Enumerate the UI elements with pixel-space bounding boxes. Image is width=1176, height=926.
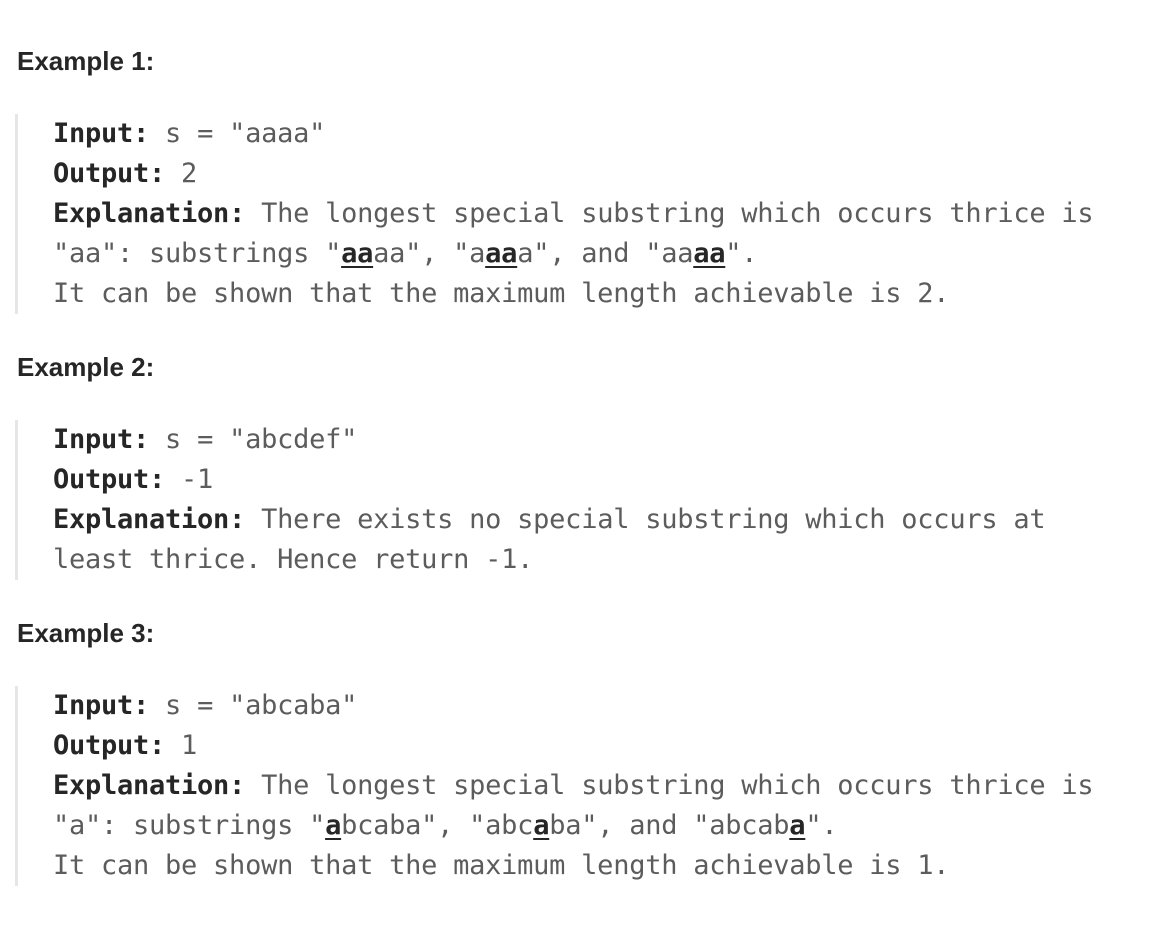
example-3-explanation-line-3: It can be shown that the maximum length …	[53, 846, 950, 886]
example-3-title: Example 3:	[17, 618, 155, 648]
highlighted-substring: a	[789, 810, 806, 841]
explanation-label: Explanation:	[53, 504, 246, 535]
explanation-text-part: "a": substrings "	[53, 810, 326, 841]
output-value: 2	[165, 158, 198, 189]
input-value: s = "abcdef"	[149, 424, 358, 455]
example-3-explanation-line-2: "a": substrings "abcaba", "abcaba", and …	[53, 806, 838, 846]
example-2-title: Example 2:	[17, 352, 155, 382]
output-value: -1	[165, 464, 214, 495]
explanation-text: There exists no special substring which …	[245, 504, 1046, 535]
explanation-label: Explanation:	[53, 198, 246, 229]
example-3-input-line: Input: s = "abcaba"	[53, 686, 357, 726]
example-1-explanation-line-1: Explanation: The longest special substri…	[53, 194, 1094, 234]
output-label: Output:	[53, 730, 166, 761]
explanation-text-part: ba", and "abcab	[549, 810, 790, 841]
explanation-text: It can be shown that the maximum length …	[53, 850, 950, 881]
highlighted-substring: a	[325, 810, 342, 841]
example-3-block: Input: s = "abcaba" Output: 1 Explanatio…	[15, 686, 1168, 886]
explanation-text-part: aa", "a	[373, 238, 486, 269]
output-value: 1	[165, 730, 198, 761]
explanation-text-part: ".	[725, 238, 758, 269]
example-1-block: Input: s = "aaaa" Output: 2 Explanation:…	[15, 114, 1168, 314]
explanation-text-part: ".	[805, 810, 838, 841]
output-label: Output:	[53, 464, 166, 495]
explanation-label: Explanation:	[53, 770, 246, 801]
explanation-text-part: a", and "aa	[517, 238, 694, 269]
highlighted-substring: aa	[485, 238, 518, 269]
example-1-explanation-line-3: It can be shown that the maximum length …	[53, 274, 950, 314]
input-label: Input:	[53, 118, 150, 149]
example-1-title: Example 1:	[17, 46, 155, 76]
example-3-explanation-line-1: Explanation: The longest special substri…	[53, 766, 1094, 806]
input-value: s = "abcaba"	[149, 690, 358, 721]
example-2-output-line: Output: -1	[53, 460, 213, 500]
input-value: s = "aaaa"	[149, 118, 326, 149]
example-2-block: Input: s = "abcdef" Output: -1 Explanati…	[15, 420, 1168, 580]
example-1-explanation-line-2: "aa": substrings "aaaa", "aaaa", and "aa…	[53, 234, 758, 274]
explanation-text-part: bcaba", "abc	[341, 810, 534, 841]
explanation-text: least thrice. Hence return -1.	[53, 544, 534, 575]
example-3-output-line: Output: 1	[53, 726, 197, 766]
highlighted-substring: aa	[341, 238, 374, 269]
example-2-input-line: Input: s = "abcdef"	[53, 420, 357, 460]
explanation-text: It can be shown that the maximum length …	[53, 278, 950, 309]
example-2-explanation-line-2: least thrice. Hence return -1.	[53, 540, 533, 580]
input-label: Input:	[53, 424, 150, 455]
output-label: Output:	[53, 158, 166, 189]
explanation-text-part: "aa": substrings "	[53, 238, 342, 269]
highlighted-substring: aa	[693, 238, 726, 269]
explanation-text: The longest special substring which occu…	[245, 770, 1094, 801]
example-2-explanation-line-1: Explanation: There exists no special sub…	[53, 500, 1046, 540]
highlighted-substring: a	[533, 810, 550, 841]
example-1-output-line: Output: 2	[53, 154, 197, 194]
example-1-input-line: Input: s = "aaaa"	[53, 114, 325, 154]
explanation-text: The longest special substring which occu…	[245, 198, 1094, 229]
input-label: Input:	[53, 690, 150, 721]
